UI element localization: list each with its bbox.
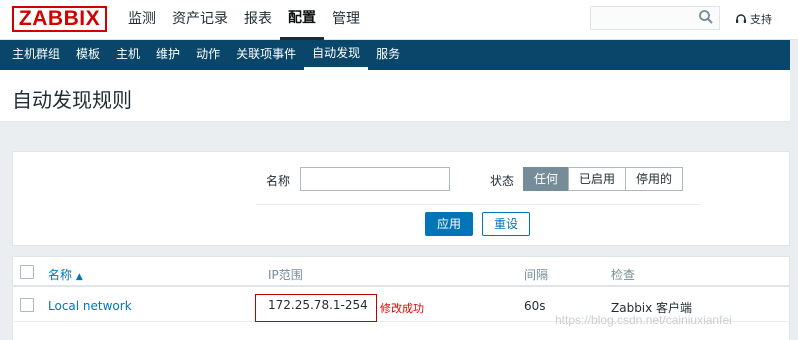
status-segmented-control: 任何 已启用 停用的 bbox=[523, 167, 684, 191]
top-header: ZABBIX 监测 资产记录 报表 配置 管理 支持 bbox=[0, 0, 798, 40]
menu-item-inventory[interactable]: 资产记录 bbox=[164, 0, 236, 40]
filter-name-label: 名称 bbox=[266, 174, 291, 188]
status-enabled-option[interactable]: 已启用 bbox=[568, 167, 627, 191]
discovery-rules-table: 名称 ▲ IP范围 间隔 检查 Local network 172.25.78.… bbox=[12, 256, 790, 340]
ip-range-highlight-box bbox=[255, 294, 377, 322]
select-all-checkbox[interactable] bbox=[20, 265, 34, 279]
menu-item-monitoring[interactable]: 监测 bbox=[120, 0, 164, 40]
watermark: https://blog.csdn.net/cainiuxianfei bbox=[555, 313, 732, 327]
column-interval-header: 间隔 bbox=[524, 268, 549, 282]
apply-button[interactable]: 应用 bbox=[425, 212, 473, 236]
success-annotation: 修改成功 bbox=[380, 302, 424, 315]
column-checks-header: 检查 bbox=[611, 268, 636, 282]
filter-panel: 名称 状态 任何 已启用 停用的 应用 重设 bbox=[12, 151, 790, 246]
status-disabled-option[interactable]: 停用的 bbox=[625, 167, 684, 191]
page-title-bar: 自动发现规则 bbox=[0, 70, 790, 122]
column-name-label: 名称 bbox=[48, 268, 73, 282]
interval-cell: 60s bbox=[524, 299, 546, 313]
status-any-option[interactable]: 任何 bbox=[523, 167, 570, 191]
sub-item-event-correlation[interactable]: 关联项事件 bbox=[228, 40, 304, 70]
support-label: 支持 bbox=[750, 13, 772, 26]
sub-item-templates[interactable]: 模板 bbox=[68, 40, 108, 70]
menu-item-administration[interactable]: 管理 bbox=[324, 0, 368, 40]
menu-item-configuration[interactable]: 配置 bbox=[280, 0, 324, 40]
reset-button[interactable]: 重设 bbox=[482, 212, 530, 236]
sub-item-discovery[interactable]: 自动发现 bbox=[304, 40, 369, 70]
sub-item-maintenance[interactable]: 维护 bbox=[148, 40, 188, 70]
headset-icon bbox=[736, 14, 746, 23]
sub-item-actions[interactable]: 动作 bbox=[188, 40, 228, 70]
page-title: 自动发现规则 bbox=[12, 88, 132, 112]
row-checkbox[interactable] bbox=[20, 298, 34, 312]
table-header: 名称 ▲ IP范围 间隔 检查 bbox=[13, 257, 789, 287]
page-edge bbox=[790, 40, 798, 340]
search-icon bbox=[699, 10, 713, 24]
sub-menu: 主机群组 模板 主机 维护 动作 关联项事件 自动发现 服务 bbox=[0, 40, 790, 70]
filter-status-label: 状态 bbox=[490, 174, 515, 188]
column-ip-range-header: IP范围 bbox=[268, 268, 303, 282]
sub-item-hosts[interactable]: 主机 bbox=[108, 40, 148, 70]
filter-name-input[interactable] bbox=[300, 167, 450, 191]
zabbix-logo[interactable]: ZABBIX bbox=[12, 6, 107, 32]
sub-item-services[interactable]: 服务 bbox=[368, 40, 408, 70]
column-name-header[interactable]: 名称 ▲ bbox=[48, 266, 83, 283]
support-link[interactable]: 支持 bbox=[735, 11, 772, 27]
search-button[interactable] bbox=[698, 9, 718, 27]
rule-name-link[interactable]: Local network bbox=[48, 299, 132, 313]
main-menu: 监测 资产记录 报表 配置 管理 bbox=[120, 0, 368, 40]
sort-ascending-icon: ▲ bbox=[75, 272, 83, 282]
sub-item-host-groups[interactable]: 主机群组 bbox=[4, 40, 68, 70]
menu-item-reports[interactable]: 报表 bbox=[236, 0, 280, 40]
